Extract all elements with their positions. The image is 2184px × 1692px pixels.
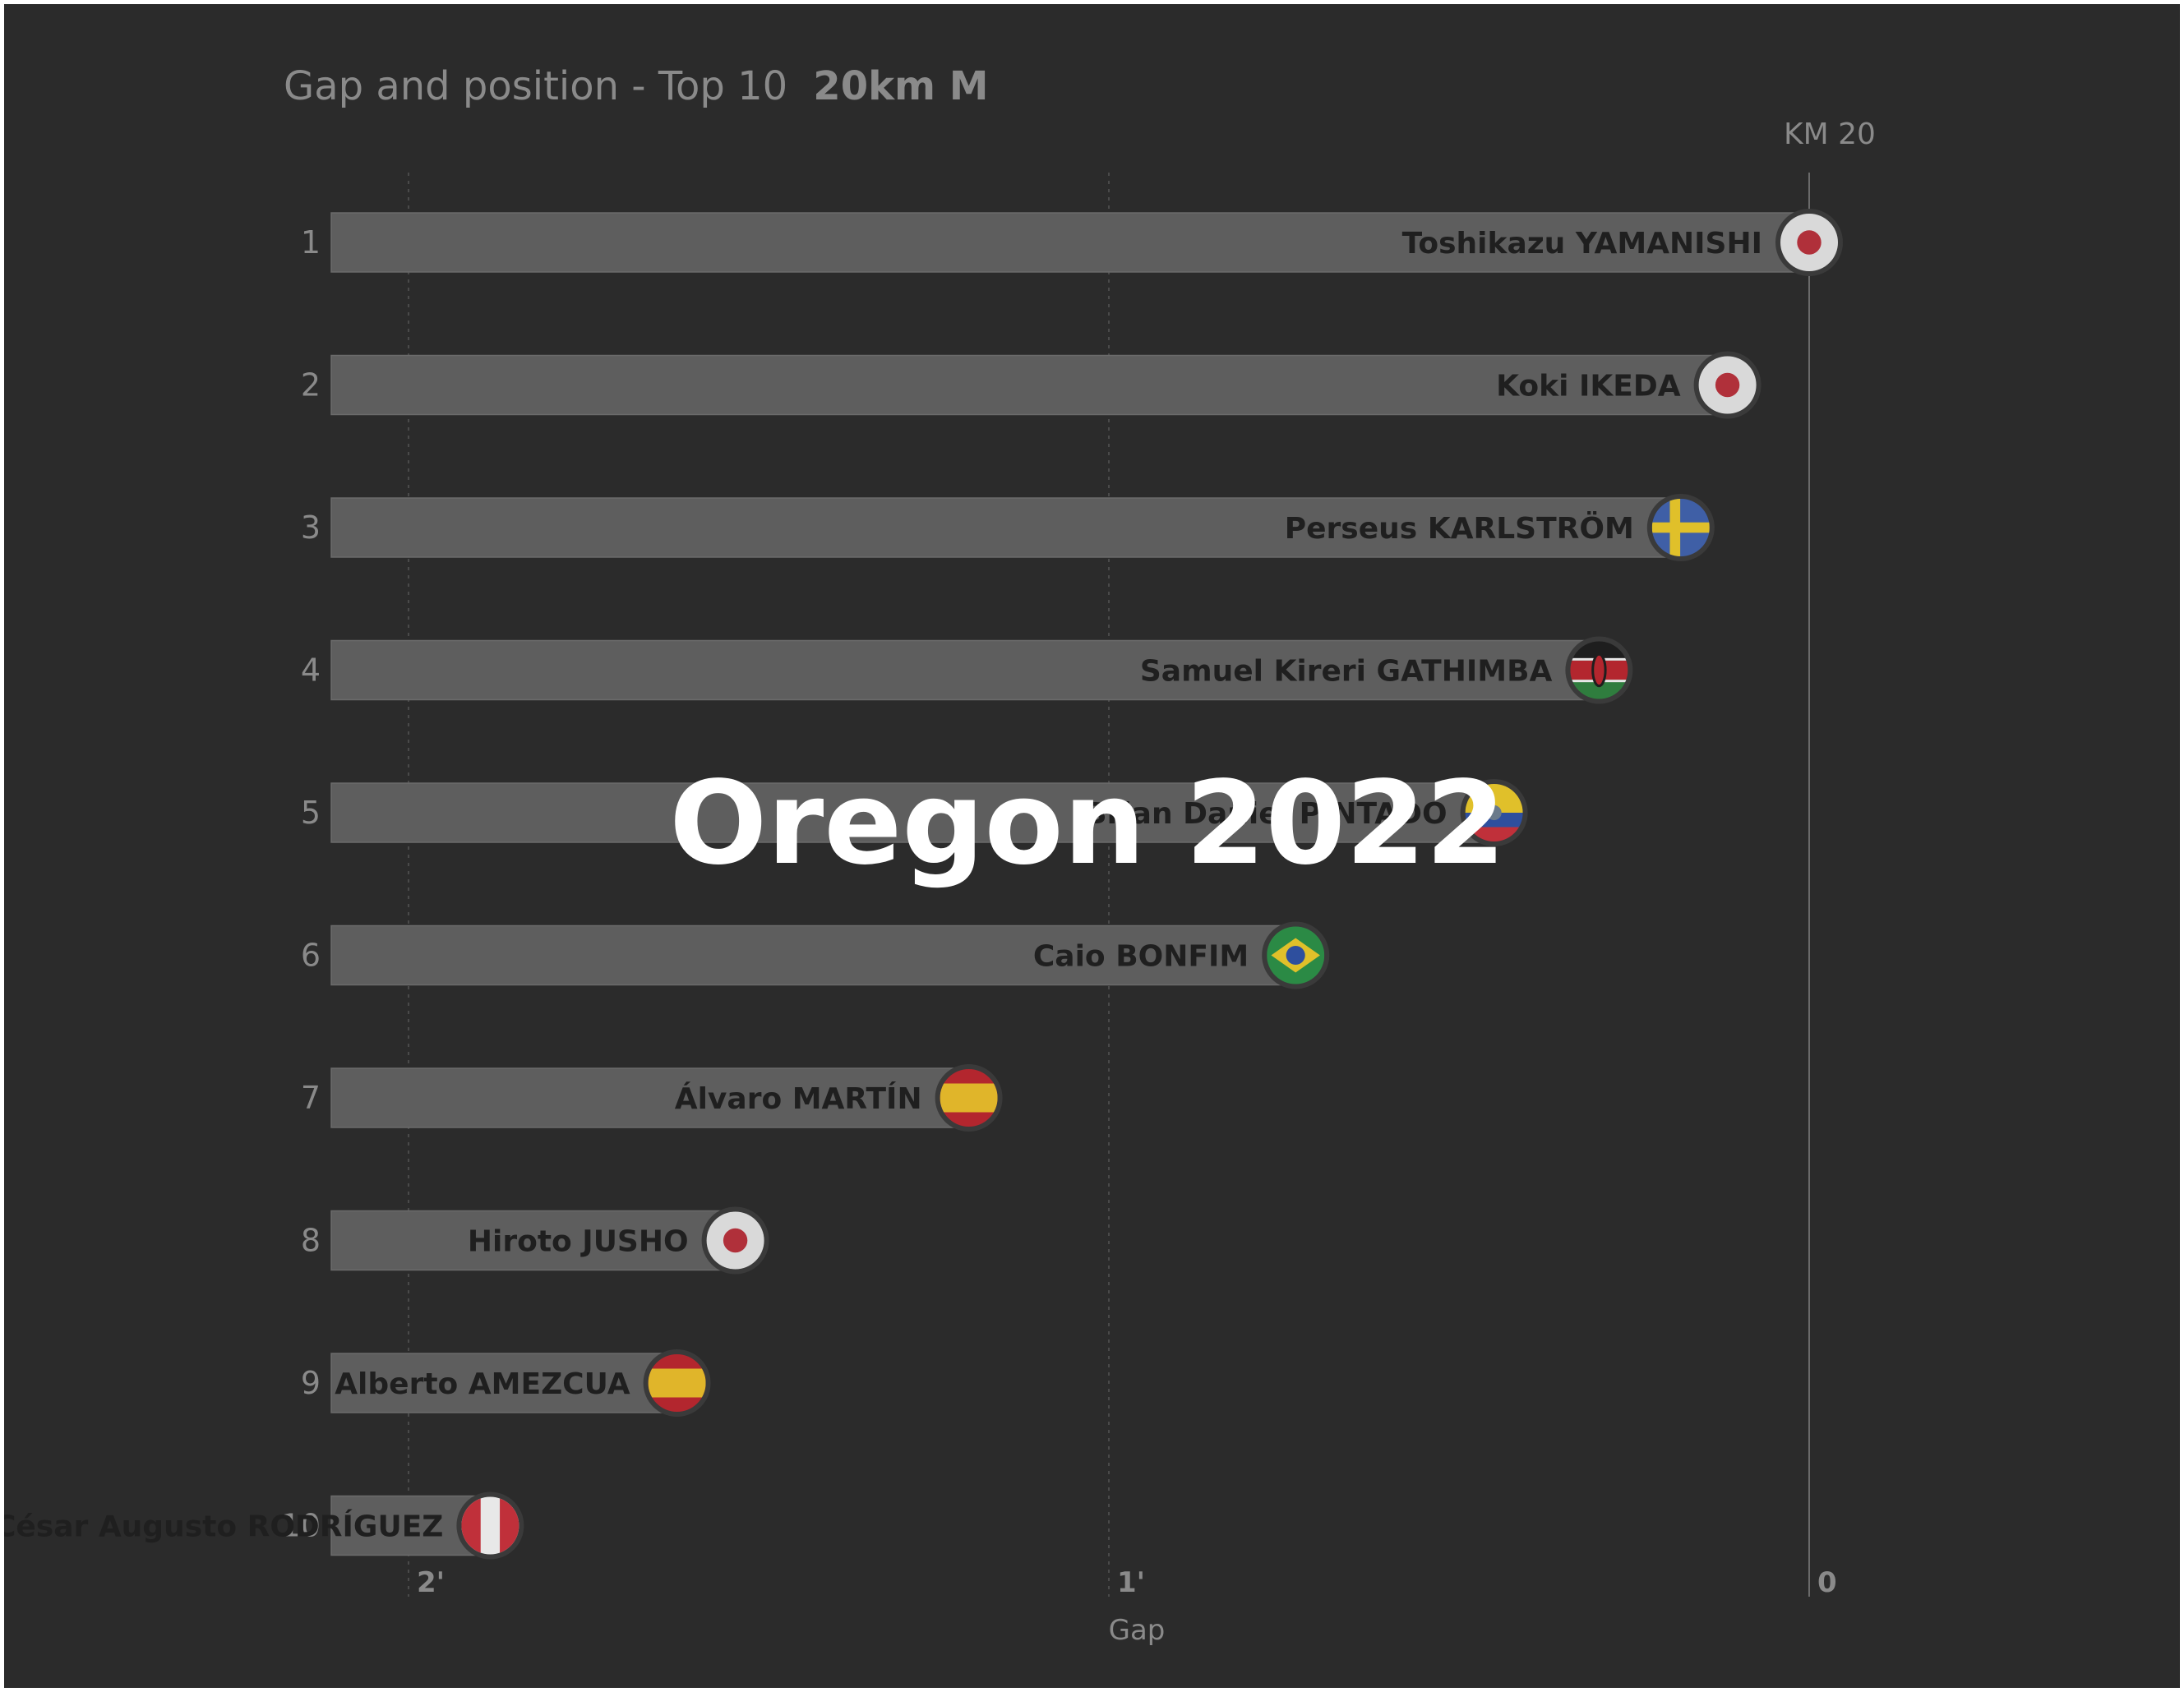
- brazil-flag-6-art: [1267, 926, 1325, 984]
- japan-flag-2-disc: [1715, 372, 1740, 398]
- japan-flag-1-disc: [1797, 230, 1822, 255]
- sweden-flag-3-cross-h: [1651, 522, 1710, 533]
- rank-label-1: 1: [301, 224, 321, 260]
- athlete-row-9: 9 Alberto AMEZCUA: [301, 1349, 711, 1417]
- athlete-row-6: 6 Caio BONFIM: [301, 921, 1330, 989]
- athlete-name-3: Perseus KARLSTRÖM: [1285, 511, 1634, 546]
- rank-label-2: 2: [301, 367, 321, 403]
- japan-flag-icon: [1775, 209, 1843, 276]
- rank-label-5: 5: [301, 795, 321, 831]
- kenya-flag-4-art: [1570, 641, 1628, 699]
- peru-flag-10-art: [461, 1496, 519, 1555]
- athlete-row-10: 10César Augusto RODRÍGUEZ: [4, 1491, 524, 1560]
- athlete-name-8: Hiroto JUSHO: [468, 1225, 689, 1259]
- sweden-flag-icon: [1646, 494, 1715, 561]
- gap-position-chart: Gap and position - Top 10 20km M KM 20 1…: [4, 63, 1876, 1647]
- athlete-name-10: César Augusto RODRÍGUEZ: [4, 1510, 443, 1544]
- chart-title: Gap and position - Top 10 20km M: [284, 63, 989, 109]
- rank-label-3: 3: [301, 509, 321, 546]
- athlete-row-2: 2 Koki IKEDA: [301, 351, 1762, 419]
- japan-flag-icon: [701, 1206, 769, 1275]
- rank-label-4: 4: [301, 652, 321, 689]
- athlete-name-7: Álvaro MARTÍN: [675, 1081, 922, 1116]
- rank-label-8: 8: [301, 1223, 321, 1259]
- athlete-row-8: 8 Hiroto JUSHO: [301, 1206, 769, 1275]
- checkpoint-label: KM 20: [1784, 118, 1876, 151]
- athlete-row-7: 7 Álvaro MARTÍN: [301, 1064, 1003, 1132]
- athlete-name-6: Caio BONFIM: [1033, 940, 1249, 974]
- chart-title-main: Gap and position - Top 10: [284, 63, 787, 109]
- x-axis-title: Gap: [1109, 1614, 1166, 1647]
- x-axis-ticks: 2' 1' 0: [417, 1566, 1837, 1599]
- japan-flag-8-disc: [723, 1228, 748, 1253]
- x-tick-label-1: 1': [1117, 1566, 1145, 1599]
- chart-frame: Gap and position - Top 10 20km M KM 20 1…: [4, 4, 2180, 1688]
- spain-flag-9-art: [648, 1354, 706, 1412]
- spain-flag-7-band: [940, 1083, 998, 1113]
- spain-flag-icon: [935, 1064, 1003, 1132]
- x-tick-label-2: 0: [1817, 1566, 1837, 1599]
- athlete-name-4: Samuel Kireri GATHIMBA: [1140, 655, 1553, 689]
- brazil-flag-6-globe: [1286, 945, 1305, 966]
- kenya-flag-4-shield: [1591, 652, 1607, 688]
- spain-flag-7-art: [940, 1069, 998, 1127]
- spain-flag-9-band: [648, 1368, 706, 1398]
- athlete-name-9: Alberto AMEZCUA: [335, 1367, 630, 1401]
- peru-flag-icon: [456, 1491, 524, 1560]
- rank-label-9: 9: [301, 1365, 321, 1401]
- sweden-flag-3-art: [1651, 499, 1710, 556]
- rank-label-7: 7: [301, 1080, 321, 1116]
- kenya-flag-icon: [1565, 636, 1633, 704]
- spain-flag-icon: [643, 1349, 711, 1417]
- chart-subtitle: 20km M: [813, 63, 988, 109]
- chart-title-group: Gap and position - Top 10 20km M: [284, 63, 989, 109]
- athlete-row-1: 1 Toshikazu YAMANISHI: [301, 209, 1843, 276]
- athlete-name-2: Koki IKEDA: [1496, 370, 1681, 403]
- rank-label-6: 6: [301, 938, 321, 974]
- watermark-title: Oregon 2022: [669, 757, 1505, 891]
- japan-flag-icon: [1693, 351, 1762, 419]
- athlete-row-4: 4 Samuel Kireri GATHIMBA: [301, 636, 1633, 704]
- athlete-row-3: 3 Perseus KARLSTRÖM: [301, 494, 1715, 561]
- brazil-flag-icon: [1262, 921, 1330, 989]
- x-tick-label-0: 2': [417, 1566, 445, 1599]
- athlete-name-1: Toshikazu YAMANISHI: [1402, 227, 1762, 260]
